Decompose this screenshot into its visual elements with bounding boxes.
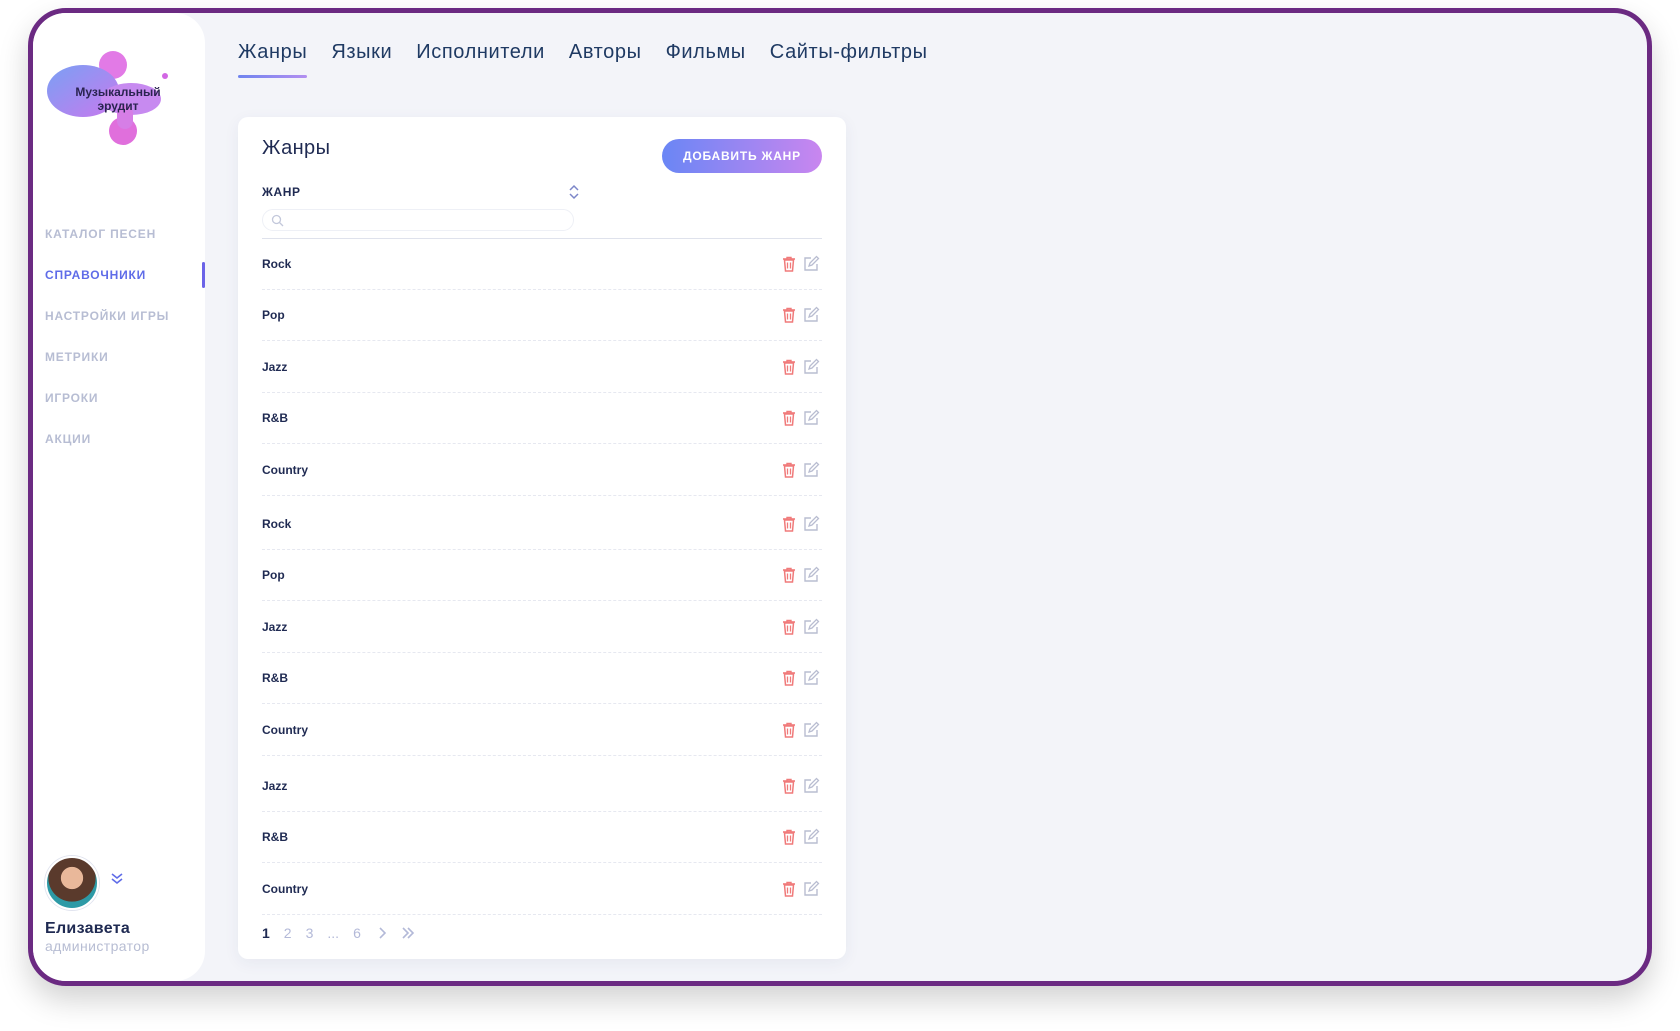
trash-icon[interactable] [780, 618, 798, 636]
edit-icon[interactable] [802, 255, 820, 273]
trash-icon[interactable] [780, 515, 798, 533]
trash-icon[interactable] [780, 358, 798, 376]
genre-name: R&B [262, 830, 288, 844]
table-row: R&B [262, 393, 822, 444]
edit-icon[interactable] [802, 880, 820, 898]
tab-genres[interactable]: Жанры [238, 41, 308, 78]
trash-icon[interactable] [780, 721, 798, 739]
chevron-double-down-icon[interactable] [107, 872, 127, 892]
table-row: R&B [262, 812, 822, 863]
chevron-right-icon[interactable] [375, 926, 389, 940]
edit-icon[interactable] [802, 777, 820, 795]
card-title: Жанры [262, 137, 331, 159]
trash-icon[interactable] [780, 880, 798, 898]
page-last[interactable]: 6 [353, 925, 361, 941]
tab-authors[interactable]: Авторы [569, 41, 642, 78]
logo-text: Музыкальный эрудит [75, 85, 161, 113]
tab-artists[interactable]: Исполнители [416, 41, 545, 78]
sidebar: Музыкальный эрудит КАТАЛОГ ПЕСЕН СПРАВОЧ… [33, 13, 205, 981]
sidebar-item-players[interactable]: ИГРОКИ [33, 377, 205, 418]
table-row: Country [262, 864, 822, 915]
column-header-genre: ЖАНР [262, 183, 580, 203]
page-ellipsis: ... [327, 925, 340, 941]
sort-icon[interactable] [568, 183, 580, 201]
user-role: администратор [45, 938, 150, 954]
sidebar-nav: КАТАЛОГ ПЕСЕН СПРАВОЧНИКИ НАСТРОЙКИ ИГРЫ… [33, 213, 205, 459]
column-label: ЖАНР [262, 185, 301, 199]
sidebar-item-game-settings[interactable]: НАСТРОЙКИ ИГРЫ [33, 295, 205, 336]
trash-icon[interactable] [780, 306, 798, 324]
table-row: Jazz [262, 342, 822, 393]
chevron-double-right-icon[interactable] [401, 926, 415, 940]
trash-icon[interactable] [780, 255, 798, 273]
table-row: Jazz [262, 602, 822, 653]
trash-icon[interactable] [780, 669, 798, 687]
user-panel: Елизавета администратор [45, 856, 205, 954]
sidebar-item-references[interactable]: СПРАВОЧНИКИ [33, 254, 205, 295]
user-name: Елизавета [45, 920, 131, 937]
sidebar-item-catalog[interactable]: КАТАЛОГ ПЕСЕН [33, 213, 205, 254]
table-row: Pop [262, 290, 822, 341]
edit-icon[interactable] [802, 669, 820, 687]
genre-name: Country [262, 723, 308, 737]
search-field [262, 209, 574, 231]
sidebar-item-promotions[interactable]: АКЦИИ [33, 418, 205, 459]
genre-name: Jazz [262, 620, 288, 634]
edit-icon[interactable] [802, 409, 820, 427]
logo: Музыкальный эрудит [45, 49, 175, 157]
genre-name: R&B [262, 411, 288, 425]
genre-name: Jazz [262, 360, 288, 374]
genre-name: Pop [262, 308, 285, 322]
avatar[interactable] [45, 856, 99, 910]
genres-card: Жанры ДОБАВИТЬ ЖАНР ЖАНР Rock Pop Jazz R&B C… [238, 117, 846, 959]
genre-name: Country [262, 882, 308, 896]
search-icon [271, 214, 284, 227]
page-2[interactable]: 2 [284, 925, 292, 941]
edit-icon[interactable] [802, 306, 820, 324]
tab-filter-sites[interactable]: Сайты-фильтры [770, 41, 928, 78]
top-tabs: Жанры Языки Исполнители Авторы Фильмы Са… [238, 41, 928, 78]
genre-name: Rock [262, 257, 292, 271]
add-genre-button[interactable]: ДОБАВИТЬ ЖАНР [662, 139, 822, 173]
genre-name: Jazz [262, 779, 288, 793]
sidebar-item-metrics[interactable]: МЕТРИКИ [33, 336, 205, 377]
table-row: Pop [262, 550, 822, 601]
edit-icon[interactable] [802, 566, 820, 584]
edit-icon[interactable] [802, 461, 820, 479]
trash-icon[interactable] [780, 409, 798, 427]
edit-icon[interactable] [802, 828, 820, 846]
trash-icon[interactable] [780, 828, 798, 846]
table-row: Country [262, 705, 822, 756]
edit-icon[interactable] [802, 721, 820, 739]
page-3[interactable]: 3 [306, 925, 314, 941]
table-row: R&B [262, 653, 822, 704]
table-row: Rock [262, 499, 822, 550]
edit-icon[interactable] [802, 618, 820, 636]
edit-icon[interactable] [802, 358, 820, 376]
table-row: Rock [262, 239, 822, 290]
app-window: Музыкальный эрудит КАТАЛОГ ПЕСЕН СПРАВОЧ… [28, 8, 1652, 986]
table-row: Country [262, 445, 822, 496]
genre-name: R&B [262, 671, 288, 685]
table-row: Jazz [262, 761, 822, 812]
genre-name: Pop [262, 568, 285, 582]
pagination: 1 2 3 ... 6 [262, 925, 427, 941]
edit-icon[interactable] [802, 515, 820, 533]
trash-icon[interactable] [780, 777, 798, 795]
trash-icon[interactable] [780, 461, 798, 479]
genre-name: Rock [262, 517, 292, 531]
page-1[interactable]: 1 [262, 925, 270, 941]
trash-icon[interactable] [780, 566, 798, 584]
tab-languages[interactable]: Языки [331, 41, 392, 78]
search-input[interactable] [289, 212, 569, 228]
genre-name: Country [262, 463, 308, 477]
tab-films[interactable]: Фильмы [666, 41, 746, 78]
